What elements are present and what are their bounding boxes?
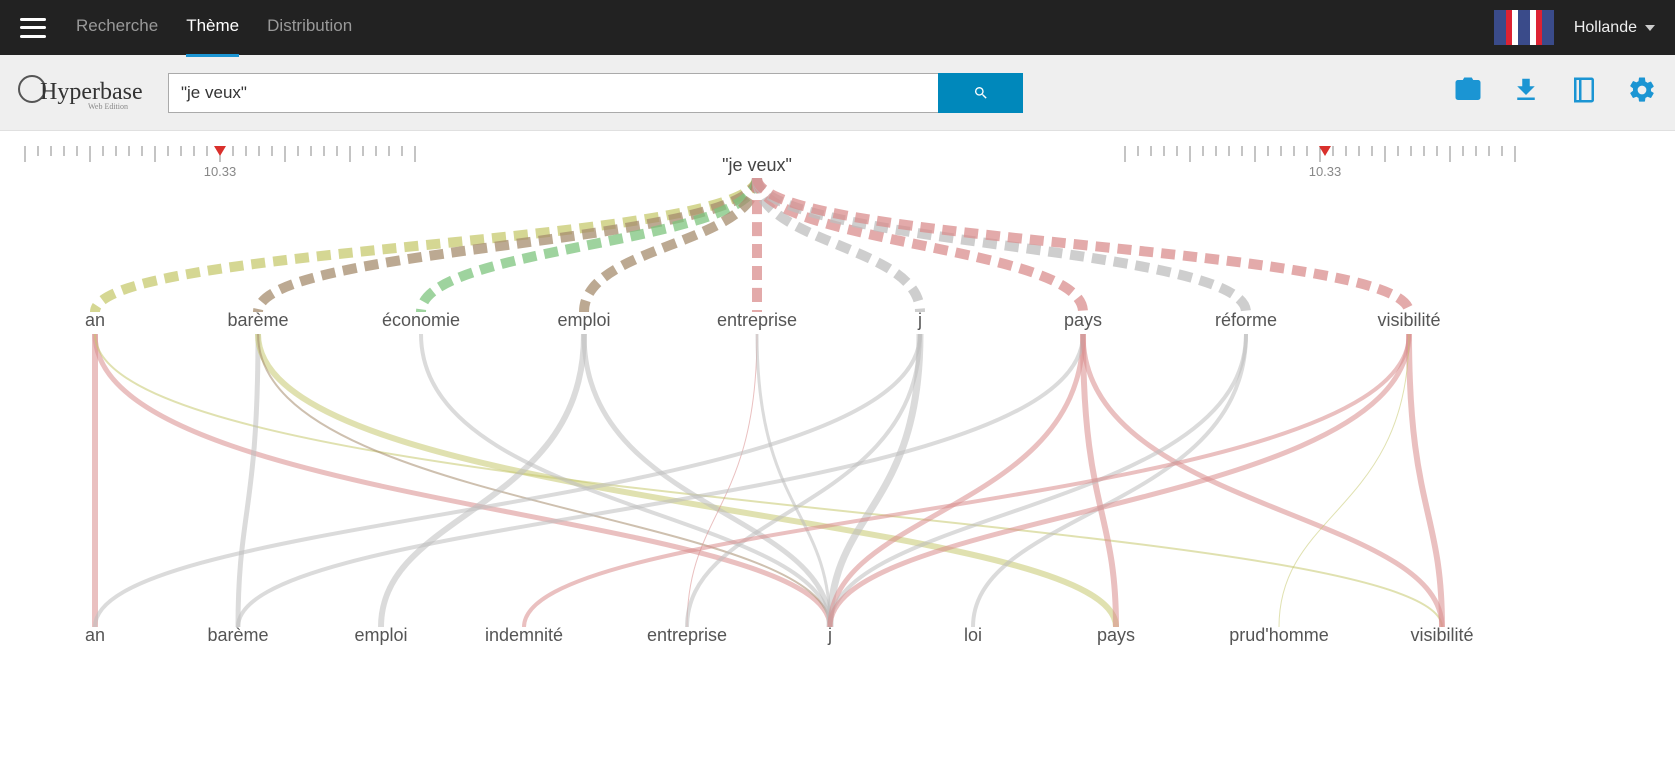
tab-distribution[interactable]: Distribution (267, 0, 352, 57)
level2-node[interactable]: visibilité (1410, 625, 1473, 645)
diagram-canvas: 10.33 10.33 "je veux" an barème économie emplo… (0, 131, 1675, 761)
edge-root (258, 178, 757, 312)
network-diagram: 10.33 10.33 "je veux" an barème économie emplo… (0, 131, 1675, 761)
level1-node[interactable]: pays (1064, 310, 1102, 330)
book-icon[interactable] (1569, 75, 1599, 110)
avatar (1494, 10, 1554, 45)
camera-icon[interactable] (1453, 75, 1483, 110)
level1-node[interactable]: économie (382, 310, 460, 330)
level1-node[interactable]: barème (227, 310, 288, 330)
level1-node[interactable]: an (85, 310, 105, 330)
top-bar: Recherche Thème Distribution Hollande (0, 0, 1675, 55)
tab-thème[interactable]: Thème (186, 0, 239, 57)
edge-root (757, 178, 1246, 312)
toolbar: Hyperbase Web Edition (0, 55, 1675, 131)
user-name: Hollande (1574, 19, 1637, 37)
svg-text:10.33: 10.33 (1309, 164, 1342, 179)
edge-root (757, 178, 1409, 312)
logo: Hyperbase Web Edition (18, 75, 148, 111)
logo-text: Hyperbase (40, 79, 143, 105)
level1-node[interactable]: emploi (557, 310, 610, 330)
level2-node[interactable]: j (827, 625, 832, 645)
edge-l1-l2 (238, 334, 258, 627)
level2-node[interactable]: loi (964, 625, 982, 645)
tab-recherche[interactable]: Recherche (76, 0, 158, 57)
level1-node[interactable]: entreprise (717, 310, 797, 330)
level2-node[interactable]: indemnité (485, 625, 563, 645)
level2-node[interactable]: barème (207, 625, 268, 645)
download-icon[interactable] (1511, 75, 1541, 110)
level2-node[interactable]: prud'homme (1229, 625, 1328, 645)
search-form (168, 73, 1023, 113)
level1-node[interactable]: visibilité (1377, 310, 1440, 330)
gear-icon[interactable] (1627, 75, 1657, 110)
level2-node[interactable]: an (85, 625, 105, 645)
action-bar (1453, 75, 1657, 110)
edge-l1-l2 (830, 334, 1083, 627)
menu-burger-icon[interactable] (20, 18, 46, 38)
level1-node[interactable]: j (917, 310, 922, 330)
level2-node[interactable]: emploi (354, 625, 407, 645)
chevron-down-icon (1645, 25, 1655, 31)
search-button[interactable] (938, 73, 1023, 113)
edge-l1-l2 (1409, 334, 1442, 627)
svg-text:10.33: 10.33 (204, 164, 237, 179)
level2-node[interactable]: entreprise (647, 625, 727, 645)
search-input[interactable] (168, 73, 938, 113)
edge-l1-l2 (258, 334, 830, 627)
edge-l1-l2 (524, 334, 1409, 627)
root-node[interactable]: "je veux" (722, 155, 792, 175)
search-icon (973, 85, 989, 101)
user-menu[interactable]: Hollande (1574, 19, 1655, 37)
level1-node[interactable]: réforme (1215, 310, 1277, 330)
level2-node[interactable]: pays (1097, 625, 1135, 645)
edge-l1-l2 (830, 334, 1246, 627)
edge-l1-l2 (687, 334, 757, 627)
nav-tabs: Recherche Thème Distribution (76, 0, 352, 55)
